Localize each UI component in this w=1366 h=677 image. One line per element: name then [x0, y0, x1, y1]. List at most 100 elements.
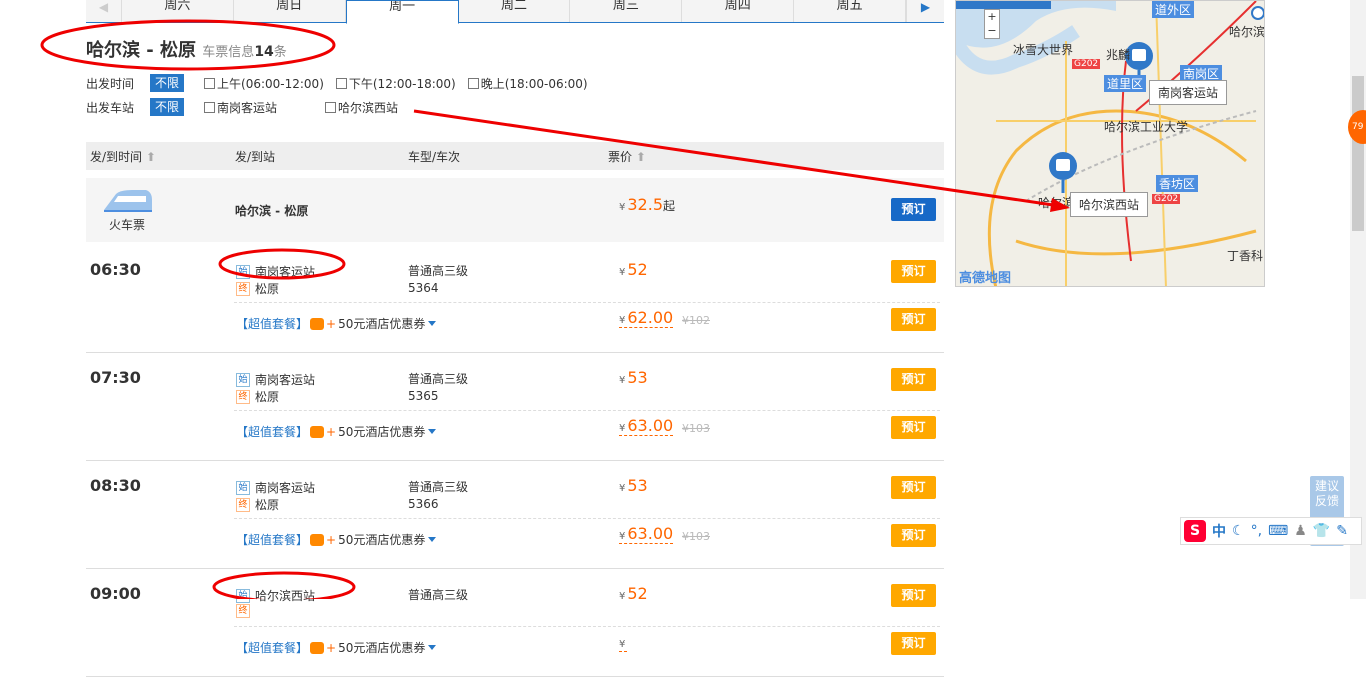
ticket-count: 14	[254, 44, 274, 60]
package-link[interactable]: 【超值套餐】 +50元酒店优惠券	[236, 531, 437, 548]
chevron-down-icon	[428, 645, 437, 650]
map-label: 哈尔滨	[1229, 25, 1265, 39]
map-label: 兆麟	[1106, 48, 1131, 62]
end-tag-icon: 终	[236, 604, 250, 618]
tab-day-0[interactable]: 周六	[122, 0, 234, 22]
map-label: 哈尔滨工业大学	[1104, 120, 1189, 134]
header-time[interactable]: 发/到时间 ⬆	[90, 148, 156, 165]
map-district-label: 香坊区	[1156, 175, 1199, 192]
package-book-button[interactable]: 预订	[891, 416, 936, 439]
tab-day-5[interactable]: 周四	[682, 0, 795, 22]
moon-icon[interactable]: ☾	[1232, 523, 1245, 539]
package-link[interactable]: 【超值套餐】 +50元酒店优惠券	[236, 639, 437, 656]
depart-time: 08:30	[90, 476, 141, 495]
sort-icon: ⬆	[145, 149, 156, 164]
chevron-down-icon	[428, 429, 437, 434]
package-price: ¥63.00	[619, 524, 674, 544]
prev-day-arrow-icon[interactable]: ◀	[86, 0, 122, 22]
ticket-price: ¥53	[619, 368, 648, 387]
chevron-down-icon	[428, 537, 437, 542]
row-divider	[234, 518, 940, 519]
header-station: 发/到站	[235, 149, 276, 164]
checkbox-icon	[325, 101, 337, 113]
train-ticket-label: 火车票	[109, 218, 146, 232]
package-link[interactable]: 【超值套餐】 +50元酒店优惠券	[236, 315, 437, 332]
train-price: ¥32.5起	[619, 195, 676, 214]
book-button[interactable]: 预订	[891, 260, 936, 283]
bus-class: 普通高三级 5365	[408, 372, 469, 403]
package-book-button[interactable]: 预订	[891, 632, 936, 655]
sogou-logo-icon[interactable]: S	[1184, 520, 1206, 542]
ticket-info: 车票信息14条	[202, 44, 287, 60]
ime-language[interactable]: 中	[1212, 521, 1226, 541]
bus-icon	[310, 533, 325, 546]
package-book-button[interactable]: 预订	[891, 308, 936, 331]
depart-time: 06:30	[90, 260, 141, 279]
original-price: ¥102	[682, 314, 710, 327]
scrollbar-thumb[interactable]	[1352, 76, 1364, 231]
book-button[interactable]: 预订	[891, 476, 936, 499]
map-zoom-control[interactable]: + −	[984, 9, 1000, 39]
time-afternoon-checkbox[interactable]: 下午(12:00-18:00)	[335, 75, 456, 92]
map-popup-nangang[interactable]: 南岗客运站	[1149, 80, 1228, 105]
station-filter-all[interactable]: 不限	[150, 98, 185, 116]
end-tag-icon: 终	[236, 389, 250, 404]
user-icon[interactable]: ♟	[1294, 523, 1307, 539]
train-book-button[interactable]: 预订	[891, 198, 936, 221]
bus-class: 普通高三级 5364	[408, 264, 469, 295]
tab-day-6[interactable]: 周五	[794, 0, 907, 22]
map-roads	[956, 1, 1264, 286]
bus-class: 普通高三级	[408, 588, 469, 602]
map-district-label: 道外区	[1152, 1, 1195, 18]
road-badge: G202	[1152, 194, 1181, 204]
route-title: 哈尔滨 - 松原	[86, 40, 197, 61]
station-harbin-west-checkbox[interactable]: 哈尔滨西站	[325, 99, 398, 116]
to-station: 终松原	[236, 280, 279, 297]
zoom-out-icon[interactable]: −	[987, 24, 996, 37]
station-nangang-checkbox[interactable]: 南岗客运站	[204, 99, 277, 116]
tab-day-1[interactable]: 周日	[234, 0, 346, 22]
train-route: 哈尔滨 - 松原	[235, 204, 309, 218]
original-price: ¥103	[682, 530, 710, 543]
scrollbar[interactable]	[1350, 0, 1366, 599]
depart-time: 07:30	[90, 368, 141, 387]
depart-time: 09:00	[90, 584, 141, 603]
package-price: ¥63.00	[619, 416, 674, 436]
from-station: 始南岗客运站	[236, 479, 315, 496]
next-day-arrow-icon[interactable]: ▶	[906, 0, 944, 22]
start-tag-icon: 始	[236, 372, 250, 387]
ticket-price: ¥52	[619, 260, 648, 279]
zoom-in-icon[interactable]: +	[987, 10, 996, 23]
punctuation-icon[interactable]: °,	[1251, 523, 1262, 539]
wrench-icon[interactable]: ✎	[1336, 523, 1348, 539]
start-tag-icon: 始	[236, 588, 250, 603]
time-evening-checkbox[interactable]: 晚上(18:00-06:00)	[467, 75, 588, 92]
row-divider	[234, 626, 940, 627]
bus-icon	[310, 317, 325, 330]
start-tag-icon: 始	[236, 480, 250, 495]
page-title: 哈尔滨 - 松原 车票信息14条	[86, 36, 287, 62]
table-row: 06:30 始南岗客运站 终松原 普通高三级 5364 ¥52 预订 【超值套餐】…	[86, 245, 944, 353]
tab-day-3[interactable]: 周二	[459, 0, 571, 22]
package-book-button[interactable]: 预订	[891, 524, 936, 547]
keyboard-icon[interactable]: ⌨	[1268, 523, 1288, 539]
day-tab-bar: ◀ 周六 周日 周一 周二 周三 周四 周五 ▶	[86, 0, 944, 24]
tab-day-2[interactable]: 周一	[345, 0, 459, 24]
skin-icon[interactable]: 👕	[1313, 523, 1330, 539]
map-popup-harbin-west[interactable]: 哈尔滨西站	[1070, 192, 1149, 217]
book-button[interactable]: 预订	[891, 368, 936, 391]
ticket-price: ¥53	[619, 476, 648, 495]
chevron-down-icon	[428, 321, 437, 326]
to-station: 终松原	[236, 496, 279, 513]
header-price[interactable]: 票价 ⬆	[608, 148, 646, 165]
tab-day-4[interactable]: 周三	[570, 0, 683, 22]
time-morning-checkbox[interactable]: 上午(06:00-12:00)	[204, 75, 324, 92]
table-row: 08:30 始南岗客运站 终松原 普通高三级 5366 ¥53 预订 【超值套餐】…	[86, 461, 944, 569]
header-type: 车型/车次	[408, 149, 461, 164]
map-panel[interactable]: + − 冰雪大世界 兆麟 道里区 南岗区 哈尔滨工业大学 香坊区 道外区 哈尔滨 …	[955, 0, 1265, 287]
package-link[interactable]: 【超值套餐】 +50元酒店优惠券	[236, 423, 437, 440]
row-divider	[234, 410, 940, 411]
book-button[interactable]: 预订	[891, 584, 936, 607]
ime-toolbar[interactable]: S 中 ☾ °, ⌨ ♟ 👕 ✎	[1180, 517, 1362, 545]
time-filter-all[interactable]: 不限	[150, 74, 185, 92]
